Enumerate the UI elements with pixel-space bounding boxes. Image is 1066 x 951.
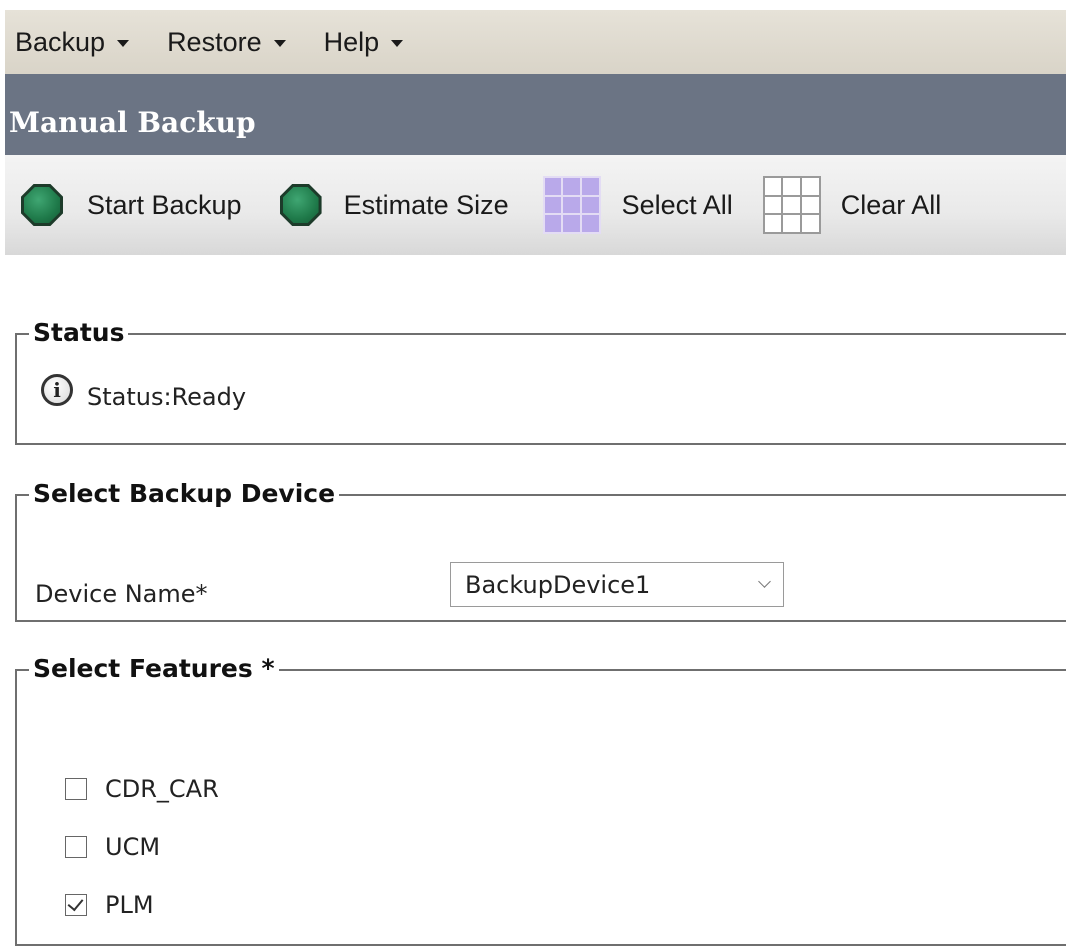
start-backup-icon: [21, 184, 63, 226]
chevron-down-icon: [758, 575, 771, 588]
title-bar: Manual Backup: [5, 74, 1066, 155]
clear-all-button[interactable]: Clear All: [762, 176, 942, 234]
checkbox-plm[interactable]: [65, 894, 87, 916]
estimate-size-icon: [279, 184, 322, 226]
menu-backup[interactable]: Backup: [15, 26, 130, 58]
menu-help-label: Help: [323, 26, 380, 57]
menu-restore-label: Restore: [167, 26, 262, 57]
status-row: i Status:Ready: [41, 374, 247, 411]
backup-device-group: Select Backup Device Device Name* Backup…: [15, 477, 1066, 622]
backup-device-legend: Select Backup Device: [29, 477, 340, 511]
checkbox-ucm[interactable]: [65, 836, 87, 858]
toolbar: Start Backup Estimate Size Select All Cl…: [5, 155, 1066, 255]
select-all-button[interactable]: Select All: [542, 176, 733, 234]
caret-down-icon: [391, 40, 404, 47]
caret-down-icon: [117, 40, 130, 47]
menu-backup-label: Backup: [15, 26, 106, 57]
clear-all-grid-icon: [762, 176, 821, 234]
start-backup-label: Start Backup: [87, 189, 242, 220]
manual-backup-page: Backup Restore Help Manual Backup Start …: [0, 0, 1066, 951]
select-all-grid-icon: [542, 176, 601, 234]
feature-ucm[interactable]: UCM: [65, 833, 160, 861]
status-legend: Status: [29, 316, 129, 350]
estimate-size-button[interactable]: Estimate Size: [279, 184, 509, 226]
feature-plm[interactable]: PLM: [65, 891, 154, 919]
feature-cdr-car-label: CDR_CAR: [105, 775, 219, 803]
menu-restore[interactable]: Restore: [167, 27, 286, 58]
start-backup-button[interactable]: Start Backup: [21, 184, 242, 226]
menu-bar: Backup Restore Help: [5, 10, 1066, 74]
device-name-value: BackupDevice1: [465, 570, 651, 599]
feature-ucm-label: UCM: [105, 833, 161, 861]
menu-help[interactable]: Help: [324, 27, 404, 58]
estimate-size-label: Estimate Size: [343, 189, 509, 220]
status-group: Status i Status:Ready: [15, 316, 1066, 445]
select-all-label: Select All: [621, 189, 733, 220]
info-icon: i: [41, 374, 73, 406]
feature-plm-label: PLM: [105, 891, 154, 919]
device-row: Device Name* BackupDevice1: [35, 562, 784, 608]
features-group: Select Features * CDR_CAR UCM PLM: [15, 652, 1066, 946]
features-legend: Select Features *: [29, 652, 279, 686]
clear-all-label: Clear All: [840, 189, 942, 220]
device-name-label: Device Name*: [35, 580, 208, 608]
checkbox-cdr-car[interactable]: [65, 778, 87, 800]
status-text: Status:Ready: [87, 383, 247, 411]
device-name-select[interactable]: BackupDevice1: [450, 562, 784, 607]
page-title: Manual Backup: [9, 106, 256, 139]
caret-down-icon: [273, 40, 286, 47]
feature-cdr-car[interactable]: CDR_CAR: [65, 775, 219, 803]
